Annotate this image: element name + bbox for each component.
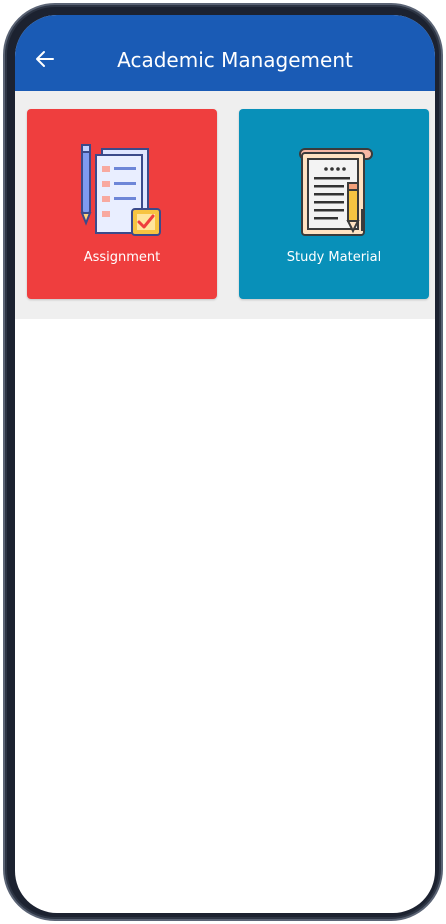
arrow-left-icon [36, 51, 54, 67]
assignment-tile[interactable]: Assignment [27, 109, 217, 299]
phone-frame: Academic Management Assignment Study Mat… [3, 3, 443, 921]
back-button[interactable] [31, 45, 59, 73]
notebook-pencil-icon [299, 148, 373, 236]
study-material-tile[interactable]: Study Material [239, 109, 429, 299]
assignment-label: Assignment [83, 250, 161, 265]
study-material-label: Study Material [286, 250, 382, 265]
assignment-checklist-icon [80, 144, 161, 236]
app-header: Academic Management [15, 15, 435, 91]
page-title: Academic Management [117, 48, 353, 72]
app-screen: Academic Management Assignment Study Mat… [15, 15, 435, 913]
